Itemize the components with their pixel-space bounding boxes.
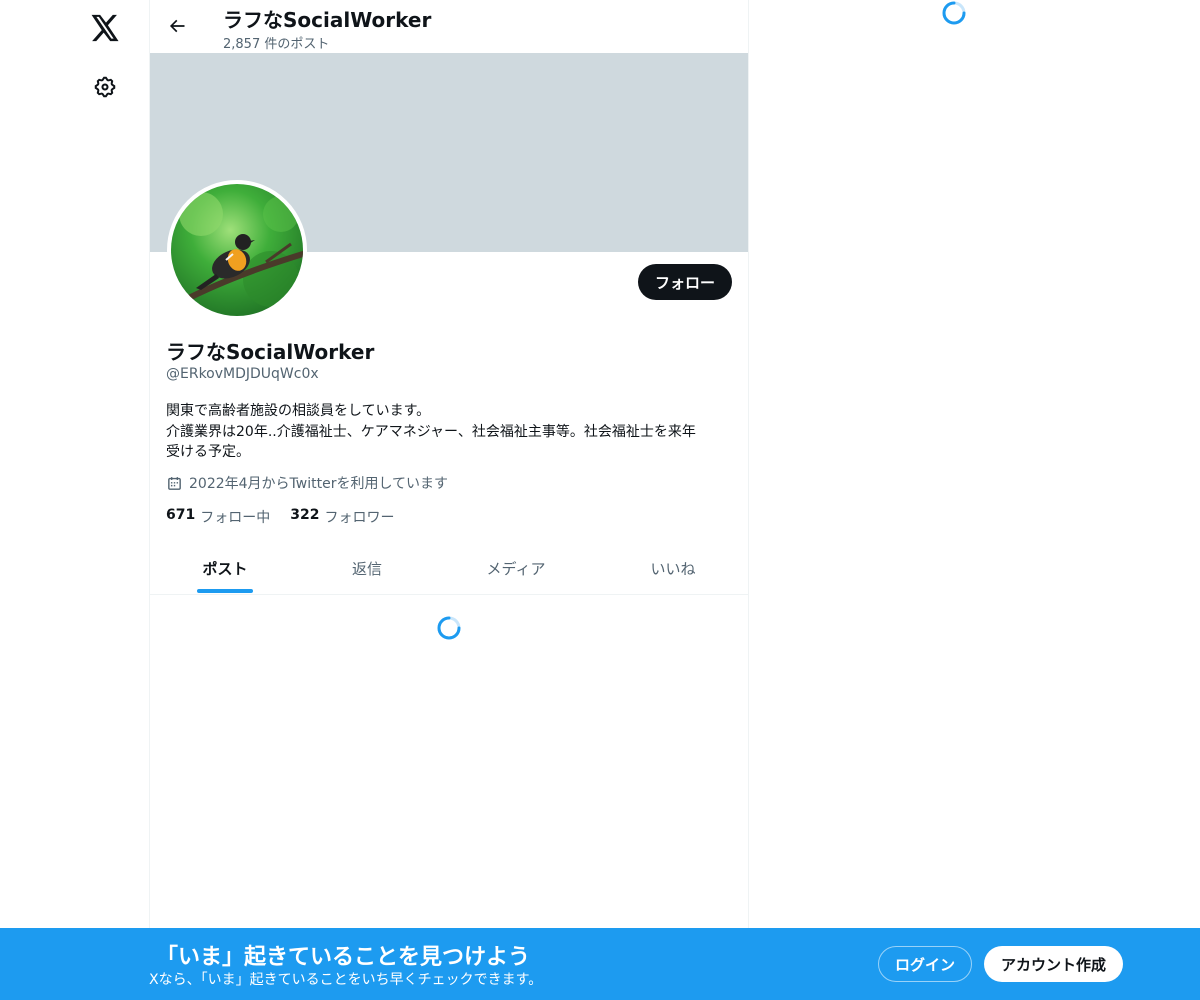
tab-replies[interactable]: 返信 [300,542,434,594]
followers-count: 322 [290,507,320,523]
back-button[interactable] [160,9,194,43]
following-link[interactable]: 671 フォロー中 [166,507,270,527]
post-count: 2,857 件のポスト [223,37,330,52]
avatar[interactable] [167,180,307,320]
bio-line: 介護業界は20年..介護福祉士、ケアマネジャー、社会福祉主事等。社会福祉士を来年 [166,423,696,440]
arrow-left-icon [169,19,185,33]
profile-column: ラフなSocialWorker 2,857 件のポスト フォロー ラフなSoci… [149,0,749,1000]
gear-icon[interactable] [82,64,128,110]
tab-label: メディア [486,559,546,578]
following-label: フォロー中 [200,510,271,526]
bio-line: 関東で高齢者施設の相談員をしています。 [166,403,431,419]
active-tab-indicator [197,589,253,593]
signup-prompt-bar: 「いま」起きていることを見つけよう Xなら、「いま」起きていることをいち早くチェ… [0,928,1200,1000]
loading-spinner [436,615,462,641]
left-nav [0,0,150,1000]
follow-stats: 671 フォロー中 322 フォロワー [166,507,414,527]
login-button[interactable]: ログイン [878,946,972,982]
tab-likes[interactable]: いいね [598,542,748,594]
loading-spinner-sidebar [941,0,967,26]
join-date: 2022年4月からTwitterを利用しています [166,473,448,493]
following-count: 671 [166,507,196,523]
bird-photo [171,184,303,316]
profile-tabs: ポスト 返信 メディア いいね [150,542,748,595]
tab-label: ポスト [202,559,248,578]
profile-header-bar: ラフなSocialWorker 2,857 件のポスト [150,0,748,53]
tab-label: 返信 [351,559,382,578]
create-account-button[interactable]: アカウント作成 [984,946,1123,982]
bio-line: 受ける予定。 [166,444,250,460]
signup-prompt-subtitle: Xなら、「いま」起きていることをいち早くチェックできます。 [149,972,543,988]
tab-label: いいね [650,559,696,578]
user-handle: @ERkovMDJDUqWc0x [166,366,319,382]
followers-link[interactable]: 322 フォロワー [290,507,394,527]
tab-media[interactable]: メディア [434,542,598,594]
calendar-icon [166,475,183,492]
display-name: ラフなSocialWorker [166,340,375,364]
header-title: ラフなSocialWorker [223,8,432,32]
follow-button[interactable]: フォロー [638,264,732,300]
signup-prompt-title: 「いま」起きていることを見つけよう [156,945,531,970]
join-date-text: 2022年4月からTwitterを利用しています [189,476,449,492]
profile-bio: 関東で高齢者施設の相談員をしています。 介護業界は20年..介護福祉士、ケアマネ… [166,401,736,463]
followers-label: フォロワー [324,510,395,526]
x-logo-icon[interactable] [82,5,128,51]
tab-posts[interactable]: ポスト [150,542,300,594]
